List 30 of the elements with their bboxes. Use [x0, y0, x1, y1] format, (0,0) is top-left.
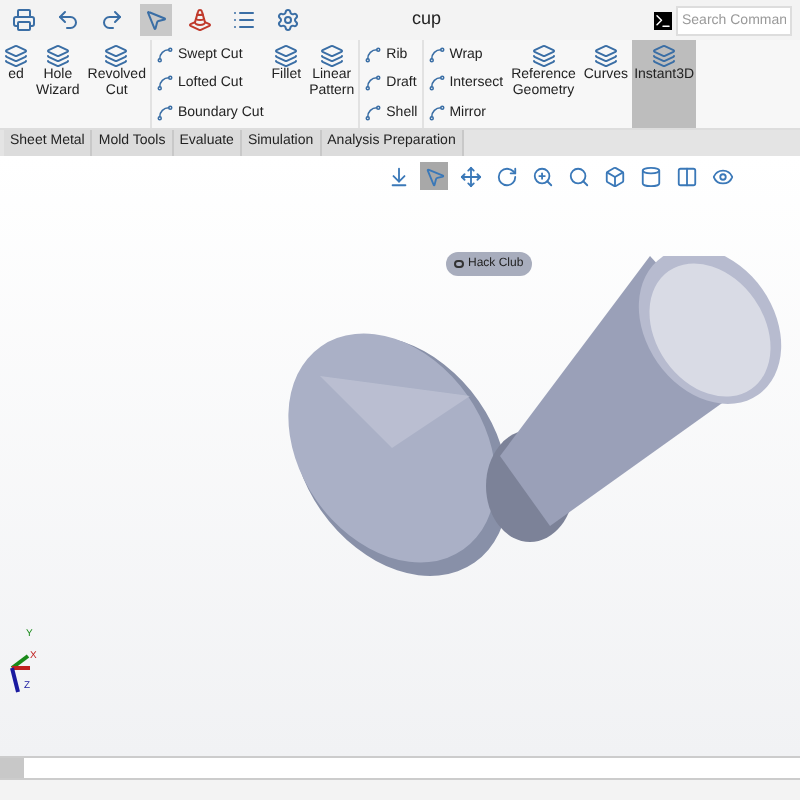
tool-icon	[4, 44, 28, 68]
cube-icon[interactable]	[600, 162, 628, 190]
tool-icon	[155, 45, 174, 64]
tool-icon	[155, 74, 174, 93]
move-icon[interactable]	[456, 162, 484, 190]
terminal-icon	[654, 11, 672, 29]
tool-icon	[155, 104, 174, 123]
search-icon[interactable]	[564, 162, 592, 190]
scrollbar[interactable]	[0, 756, 800, 780]
tool-icon	[652, 44, 677, 68]
window-title: cup	[412, 6, 442, 33]
tool-icon	[364, 74, 383, 93]
tool-icon	[364, 104, 383, 123]
tool-icon	[427, 74, 446, 93]
tool-icon	[104, 44, 129, 68]
tool-icon	[593, 44, 618, 68]
print-icon[interactable]	[8, 4, 40, 36]
tool-icon	[319, 44, 344, 68]
settings-icon[interactable]	[272, 4, 304, 36]
tool-icon	[427, 45, 446, 64]
zoom-icon[interactable]	[528, 162, 556, 190]
rotate-icon[interactable]	[492, 162, 520, 190]
tool-icon	[45, 44, 70, 68]
tool-icon	[427, 104, 446, 123]
tool-icon	[274, 44, 299, 68]
pointer-icon[interactable]	[140, 4, 172, 36]
cylinder-icon[interactable]	[636, 162, 664, 190]
tool-icon	[531, 44, 556, 68]
tool-icon	[364, 45, 383, 64]
columns-icon[interactable]	[672, 162, 700, 190]
